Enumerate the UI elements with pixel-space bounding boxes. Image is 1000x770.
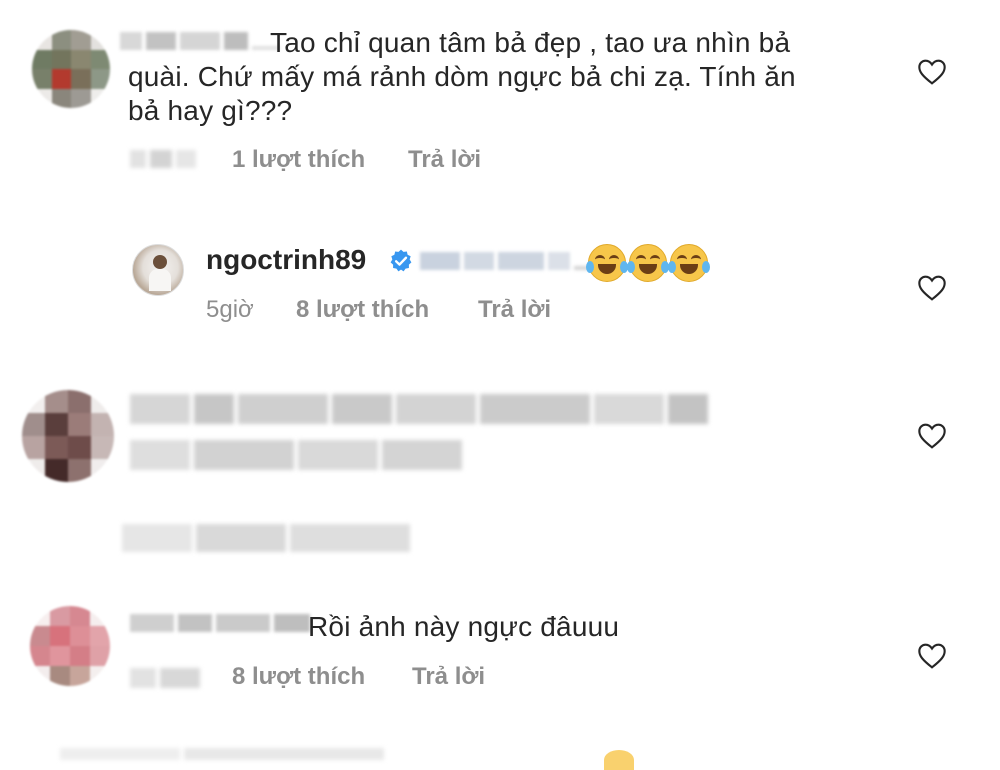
comment-meta-blurred bbox=[122, 524, 410, 552]
reply-username[interactable]: ngoctrinh89 bbox=[206, 244, 366, 276]
next-comment-partial bbox=[60, 748, 384, 760]
avatar[interactable] bbox=[32, 30, 110, 108]
emoji-partial-icon bbox=[604, 750, 634, 770]
comment-text: bả hay gì??? bbox=[128, 95, 293, 126]
comment-text: Rồi ảnh này ngực đâuuu bbox=[308, 611, 620, 642]
heart-icon[interactable] bbox=[916, 640, 948, 672]
joy-emoji-icon bbox=[668, 244, 710, 282]
heart-icon[interactable] bbox=[916, 420, 948, 452]
reply-button[interactable]: Trả lời bbox=[412, 663, 485, 691]
comment-text: quài. Chứ mấy má rảnh dòm ngực bả chi zạ… bbox=[128, 61, 796, 92]
avatar[interactable] bbox=[132, 244, 184, 296]
like-count[interactable]: 8 lượt thích bbox=[296, 296, 429, 324]
avatar[interactable] bbox=[22, 390, 114, 482]
comment-blurred bbox=[130, 440, 462, 470]
joy-emoji-icon bbox=[586, 244, 628, 282]
timestamp-blurred bbox=[130, 668, 200, 688]
heart-icon[interactable] bbox=[916, 56, 948, 88]
comment-text: Tao chỉ quan tâm bả đẹp , tao ưa nhìn bả bbox=[270, 27, 791, 58]
like-count[interactable]: 1 lượt thích bbox=[232, 146, 365, 174]
timestamp-blurred bbox=[130, 150, 196, 168]
heart-icon[interactable] bbox=[916, 272, 948, 304]
username-blurred[interactable] bbox=[120, 32, 280, 50]
joy-emoji-icon bbox=[627, 244, 669, 282]
comment-blurred bbox=[130, 394, 708, 424]
mention-blurred[interactable] bbox=[420, 252, 598, 270]
like-count[interactable]: 8 lượt thích bbox=[232, 663, 365, 691]
username-blurred[interactable] bbox=[130, 614, 310, 632]
timestamp: 5giờ bbox=[206, 296, 254, 323]
reply-button[interactable]: Trả lời bbox=[408, 146, 481, 174]
avatar[interactable] bbox=[30, 606, 110, 686]
reply-button[interactable]: Trả lời bbox=[478, 296, 551, 324]
verified-badge-icon bbox=[390, 249, 412, 272]
